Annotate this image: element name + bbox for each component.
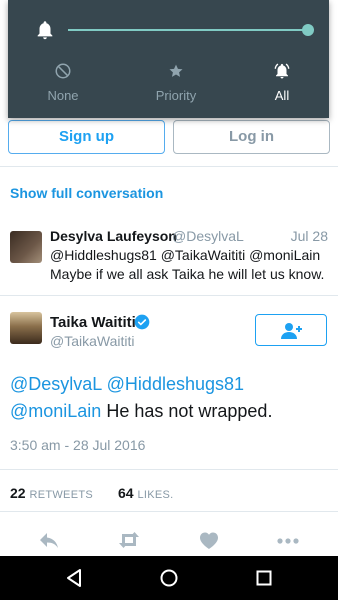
avatar[interactable]: [10, 231, 42, 263]
divider: [0, 166, 338, 167]
mode-all-label: All: [274, 88, 290, 103]
more-options-icon[interactable]: [276, 530, 300, 550]
retweets-count: 22: [10, 485, 26, 501]
mode-priority-label: Priority: [155, 88, 197, 103]
android-nav-bar: [0, 556, 338, 600]
author-handle[interactable]: @TaikaWaititi: [50, 333, 135, 349]
star-icon: [169, 64, 183, 77]
divider: [0, 511, 338, 512]
tweet-text: @DesylvaL @Hiddleshugs81 @moniLain He ha…: [10, 371, 328, 425]
bell-ringing-icon: [274, 63, 290, 79]
volume-slider-track[interactable]: [68, 29, 308, 31]
tweet-timestamp[interactable]: 3:50 am - 28 Jul 2016: [10, 437, 145, 453]
divider: [0, 469, 338, 470]
volume-slider-thumb[interactable]: [302, 24, 314, 36]
mode-all-button[interactable]: All: [242, 62, 322, 103]
mode-priority-button[interactable]: Priority: [136, 62, 216, 103]
divider: [0, 295, 338, 296]
reply-icon[interactable]: [38, 530, 62, 550]
do-not-disturb-icon: [55, 63, 71, 79]
mode-none-button[interactable]: None: [23, 62, 103, 103]
retweets-stat[interactable]: 22 RETWEETS: [10, 485, 93, 501]
mention-link[interactable]: @moniLain: [10, 401, 101, 421]
heart-icon[interactable]: [197, 530, 221, 550]
reply-author-name[interactable]: Desylva Laufeyson: [50, 228, 177, 244]
mode-none-label: None: [47, 88, 79, 103]
volume-panel: None Priority All: [8, 0, 329, 118]
likes-stat[interactable]: 64 LIKES.: [118, 485, 174, 501]
verified-badge-icon: [134, 314, 150, 330]
home-icon[interactable]: [157, 566, 181, 590]
log-in-button[interactable]: Log in: [173, 120, 330, 154]
mention-link[interactable]: @Hiddleshugs81: [107, 374, 244, 394]
retweet-icon[interactable]: [117, 530, 141, 550]
author-name[interactable]: Taika Waititi: [50, 314, 136, 331]
mention-link[interactable]: @DesylvaL: [10, 374, 102, 394]
reply-text: @Hiddleshugs81 @TaikaWaititi @moniLain M…: [50, 247, 325, 282]
likes-label: LIKES.: [137, 489, 174, 501]
bell-icon[interactable]: [34, 18, 56, 42]
tweet-actions: [0, 520, 338, 556]
reply-author-handle[interactable]: @DesylvaL: [172, 228, 244, 244]
follow-button[interactable]: [255, 314, 327, 346]
recent-apps-icon[interactable]: [252, 566, 276, 590]
reply-tweet[interactable]: Desylva Laufeyson @DesylvaL Jul 28 @Hidd…: [0, 215, 338, 295]
avatar[interactable]: [10, 312, 42, 344]
sign-up-button[interactable]: Sign up: [8, 120, 165, 154]
back-icon[interactable]: [62, 566, 86, 590]
retweets-label: RETWEETS: [29, 489, 93, 501]
reply-date[interactable]: Jul 28: [291, 228, 328, 244]
show-full-conversation-link[interactable]: Show full conversation: [10, 185, 163, 201]
add-user-icon: [281, 323, 302, 339]
likes-count: 64: [118, 485, 134, 501]
tweet-body: He has not wrapped.: [106, 401, 273, 421]
